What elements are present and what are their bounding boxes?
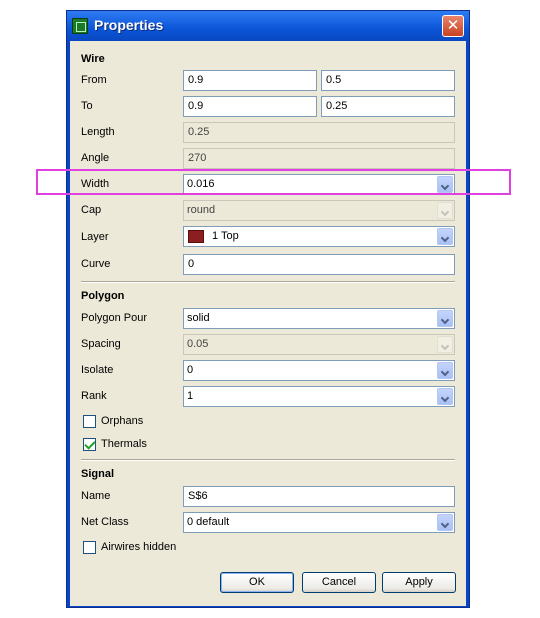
airwires-hidden-checkbox[interactable] bbox=[83, 541, 96, 554]
orphans-label[interactable]: Orphans bbox=[101, 415, 143, 427]
isolate-combo[interactable]: 0 bbox=[183, 360, 455, 381]
net-class-combo[interactable]: 0 default bbox=[183, 512, 455, 533]
close-button[interactable]: ✕ bbox=[442, 15, 464, 37]
section-divider bbox=[81, 281, 455, 283]
from-x-input[interactable]: 0.9 bbox=[183, 70, 317, 91]
curve-input[interactable]: 0 bbox=[183, 254, 455, 275]
rank-label: Rank bbox=[81, 390, 107, 402]
net-class-label: Net Class bbox=[81, 516, 129, 528]
angle-label: Angle bbox=[81, 152, 110, 164]
angle-field: 270 bbox=[183, 148, 455, 169]
from-label: From bbox=[81, 74, 107, 86]
chevron-down-icon[interactable] bbox=[437, 362, 453, 379]
chevron-down-icon[interactable] bbox=[437, 388, 453, 405]
curve-label: Curve bbox=[81, 258, 111, 270]
layer-label: Layer bbox=[81, 231, 109, 243]
title-bar[interactable]: Properties ✕ bbox=[67, 11, 469, 41]
chevron-down-icon[interactable] bbox=[437, 310, 453, 327]
ok-button[interactable]: OK bbox=[220, 572, 294, 593]
isolate-label: Isolate bbox=[81, 364, 114, 376]
airwires-hidden-label[interactable]: Airwires hidden bbox=[101, 541, 176, 553]
chevron-down-icon[interactable] bbox=[437, 228, 453, 245]
polygon-pour-combo[interactable]: solid bbox=[183, 308, 455, 329]
cancel-button[interactable]: Cancel bbox=[302, 572, 376, 593]
length-label: Length bbox=[81, 126, 115, 138]
apply-button[interactable]: Apply bbox=[382, 572, 456, 593]
net-class-value: 0 default bbox=[187, 516, 230, 528]
layer-color-swatch bbox=[188, 230, 204, 243]
cap-combo: round bbox=[183, 200, 455, 221]
dialog-title: Properties bbox=[94, 17, 164, 33]
polygon-pour-value: solid bbox=[187, 312, 210, 324]
app-icon bbox=[72, 18, 88, 34]
thermals-checkbox[interactable] bbox=[83, 438, 96, 451]
spacing-combo: 0.05 bbox=[183, 334, 455, 355]
chevron-down-icon[interactable] bbox=[437, 514, 453, 531]
length-field: 0.25 bbox=[183, 122, 455, 143]
from-y-input[interactable]: 0.5 bbox=[321, 70, 455, 91]
layer-value: 1 Top bbox=[212, 230, 239, 242]
rank-value: 1 bbox=[187, 390, 194, 402]
dialog-body: Wire From 0.9 0.5 To 0.9 0.25 Length 0.2… bbox=[70, 41, 466, 606]
chevron-down-icon bbox=[437, 336, 453, 353]
cap-label: Cap bbox=[81, 204, 102, 216]
section-divider bbox=[81, 459, 455, 461]
polygon-pour-label: Polygon Pour bbox=[81, 312, 148, 324]
signal-name-label: Name bbox=[81, 490, 111, 502]
signal-name-input[interactable]: S$6 bbox=[183, 486, 455, 507]
to-y-input[interactable]: 0.25 bbox=[321, 96, 455, 117]
spacing-label: Spacing bbox=[81, 338, 121, 350]
thermals-label[interactable]: Thermals bbox=[101, 438, 147, 450]
chevron-down-icon bbox=[437, 202, 453, 219]
section-title-signal: Signal bbox=[81, 468, 115, 480]
section-title-polygon: Polygon bbox=[81, 290, 125, 302]
width-row-highlight bbox=[36, 169, 511, 195]
to-label: To bbox=[81, 100, 93, 112]
orphans-checkbox[interactable] bbox=[83, 415, 96, 428]
section-title-wire: Wire bbox=[81, 53, 105, 65]
rank-combo[interactable]: 1 bbox=[183, 386, 455, 407]
layer-combo[interactable]: 1 Top bbox=[183, 226, 455, 247]
isolate-value: 0 bbox=[187, 364, 194, 376]
cap-value: round bbox=[187, 204, 216, 216]
properties-dialog: Properties ✕ Wire From 0.9 0.5 To 0.9 0.… bbox=[66, 10, 470, 608]
to-x-input[interactable]: 0.9 bbox=[183, 96, 317, 117]
spacing-value: 0.05 bbox=[187, 338, 209, 350]
